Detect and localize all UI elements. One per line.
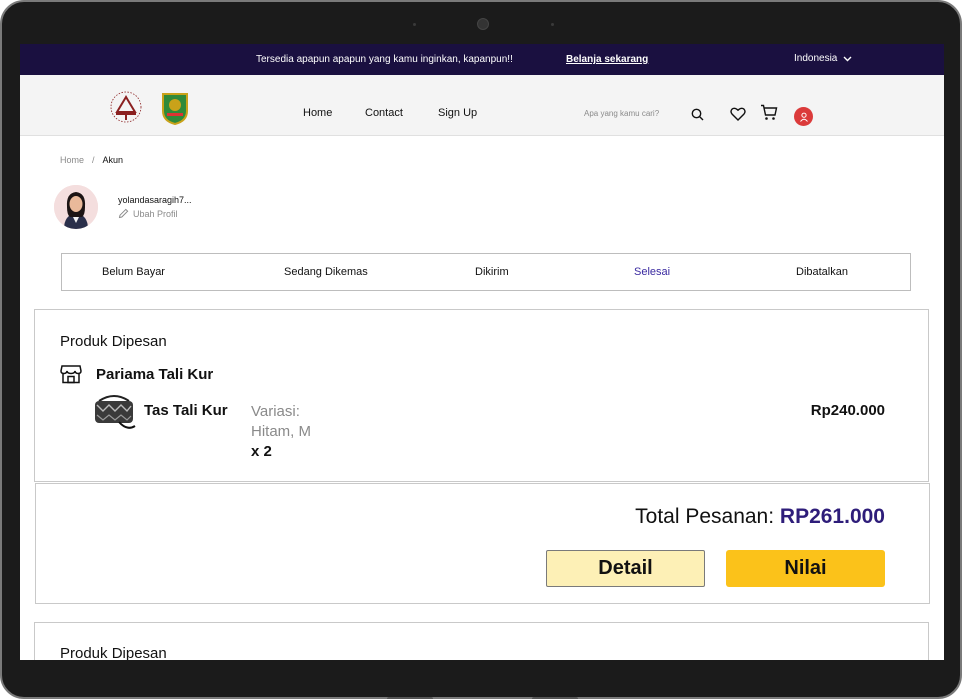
variation-value: Hitam, M bbox=[251, 423, 311, 440]
breadcrumb-separator: / bbox=[92, 155, 95, 165]
product-name[interactable]: Tas Tali Kur bbox=[144, 402, 228, 419]
store-icon bbox=[60, 365, 82, 384]
shop-now-link[interactable]: Belanja sekarang bbox=[566, 54, 648, 65]
sensor-dot bbox=[413, 23, 416, 26]
language-select[interactable]: Indonesia bbox=[794, 53, 852, 64]
search-button[interactable] bbox=[690, 107, 704, 121]
order-title: Produk Dipesan bbox=[60, 645, 167, 660]
tab-selesai[interactable]: Selesai bbox=[634, 266, 670, 278]
tab-sedang-dikemas[interactable]: Sedang Dikemas bbox=[284, 266, 368, 278]
screen: Tersedia apapun apapun yang kamu inginka… bbox=[20, 44, 944, 660]
username: yolandasaragih7... bbox=[118, 195, 192, 205]
cart-icon bbox=[761, 104, 778, 120]
promo-bar: Tersedia apapun apapun yang kamu inginka… bbox=[20, 44, 944, 75]
store-row[interactable]: Pariama Tali Kur bbox=[60, 364, 213, 384]
breadcrumb-current: Akun bbox=[102, 155, 124, 165]
order-status-tabs: Belum Bayar Sedang Dikemas Dikirim Seles… bbox=[61, 253, 911, 291]
product-quantity: x 2 bbox=[251, 443, 272, 460]
edit-profile-link[interactable]: Ubah Profil bbox=[118, 208, 178, 219]
language-label: Indonesia bbox=[794, 53, 838, 64]
total-label: Total Pesanan: bbox=[635, 505, 780, 528]
order-total-card: Total Pesanan: RP261.000 Detail Nilai bbox=[35, 483, 930, 604]
tab-dibatalkan[interactable]: Dibatalkan bbox=[796, 266, 848, 278]
detail-button[interactable]: Detail bbox=[546, 550, 705, 587]
sensor-dot bbox=[551, 23, 554, 26]
tablet-frame: Tersedia apapun apapun yang kamu inginka… bbox=[0, 0, 962, 699]
pencil-icon bbox=[118, 208, 129, 219]
breadcrumb-home[interactable]: Home bbox=[60, 155, 84, 165]
promo-text: Tersedia apapun apapun yang kamu inginka… bbox=[256, 54, 513, 65]
wishlist-button[interactable] bbox=[729, 106, 746, 122]
variation-label: Variasi: bbox=[251, 403, 300, 420]
tab-dikirim[interactable]: Dikirim bbox=[475, 266, 509, 278]
account-button[interactable] bbox=[794, 107, 813, 126]
store-name: Pariama Tali Kur bbox=[96, 365, 214, 383]
nav-home[interactable]: Home bbox=[303, 107, 332, 119]
header: Home Contact Sign Up Apa yang kamu cari? bbox=[20, 75, 944, 136]
brand-logo[interactable] bbox=[106, 90, 146, 124]
breadcrumb: Home / Akun bbox=[60, 155, 123, 165]
nav-signup[interactable]: Sign Up bbox=[438, 107, 477, 119]
order-title: Produk Dipesan bbox=[60, 333, 167, 350]
order-card: Produk Dipesan bbox=[34, 622, 929, 660]
search-input[interactable]: Apa yang kamu cari? bbox=[584, 109, 659, 118]
product-image[interactable] bbox=[91, 393, 137, 431]
camera-icon bbox=[477, 18, 489, 30]
tab-belum-bayar[interactable]: Belum Bayar bbox=[102, 266, 165, 278]
search-icon bbox=[691, 108, 703, 120]
product-price: Rp240.000 bbox=[810, 402, 885, 419]
total-amount: RP261.000 bbox=[779, 505, 885, 528]
avatar bbox=[54, 185, 98, 229]
nav-contact[interactable]: Contact bbox=[365, 107, 403, 119]
chevron-down-icon bbox=[843, 56, 852, 61]
rate-button[interactable]: Nilai bbox=[726, 550, 885, 587]
product-variation: Variasi: Hitam, M bbox=[251, 402, 311, 442]
order-card: Produk Dipesan Pariama Tali Kur Tas Tali… bbox=[34, 309, 929, 482]
user-icon bbox=[799, 112, 808, 122]
order-total: Total Pesanan: RP261.000 bbox=[635, 505, 885, 529]
cart-button[interactable] bbox=[760, 104, 778, 121]
region-emblem bbox=[162, 93, 188, 125]
heart-icon bbox=[729, 107, 746, 121]
edit-profile-label: Ubah Profil bbox=[133, 208, 178, 219]
